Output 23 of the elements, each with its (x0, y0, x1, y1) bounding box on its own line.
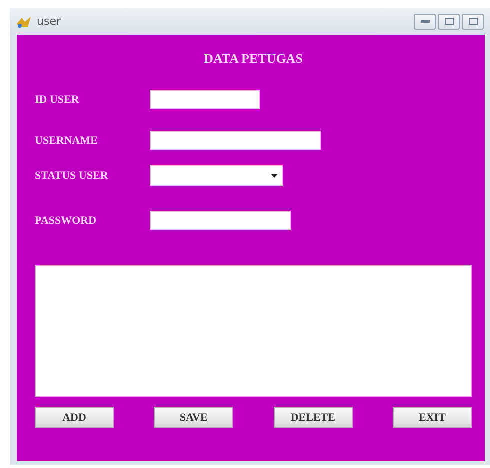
minimize-icon (420, 20, 430, 23)
action-button[interactable]: ADD (35, 407, 114, 428)
field-label: ID USER (35, 94, 80, 106)
input-field[interactable] (150, 90, 260, 109)
app-icon (16, 14, 32, 28)
data-grid[interactable] (35, 265, 472, 397)
maximize-icon (444, 18, 454, 25)
field-label: STATUS USER (35, 170, 110, 182)
close-icon (468, 18, 478, 25)
window-title: user (37, 15, 62, 28)
action-button[interactable]: SAVE (154, 407, 234, 428)
dropdown-field[interactable] (150, 165, 283, 186)
action-button[interactable]: EXIT (392, 407, 472, 428)
password-field[interactable] (150, 211, 291, 230)
action-button[interactable]: DELETE (274, 407, 353, 428)
close-button[interactable] (462, 14, 484, 30)
maximize-button[interactable] (438, 14, 460, 30)
input-field[interactable] (150, 131, 321, 150)
field-label: USERNAME (35, 134, 99, 146)
minimize-button[interactable] (414, 14, 436, 30)
dropdown-arrow-icon (271, 174, 278, 178)
field-label: PASSWORD (35, 214, 98, 226)
form-heading: DATA PETUGAS (204, 51, 303, 67)
